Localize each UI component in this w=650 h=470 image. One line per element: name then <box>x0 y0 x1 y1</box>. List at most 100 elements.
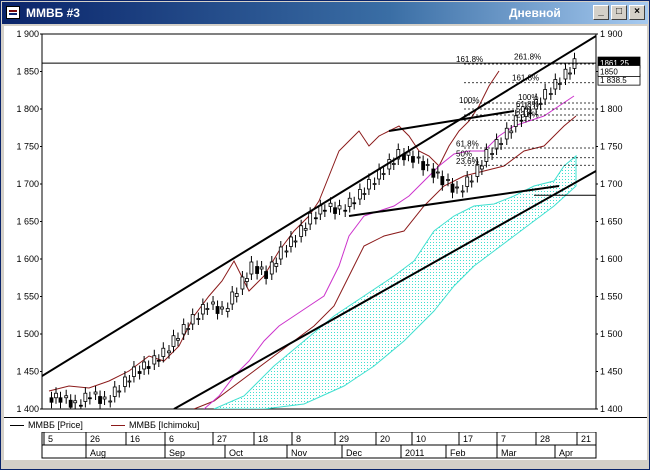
candle-body <box>446 179 450 181</box>
close-button[interactable]: × <box>629 5 645 20</box>
day-label: 18 <box>258 434 268 444</box>
candle-body <box>347 197 352 207</box>
candle-body <box>391 163 396 165</box>
chart-area[interactable]: 1 9001 9001 8501 8501 8001 8001 7501 750… <box>4 26 647 417</box>
candle-body <box>68 399 73 408</box>
y-tick-label-right: 1 500 <box>600 329 623 339</box>
candle-body <box>98 396 102 404</box>
candle-body <box>568 72 572 75</box>
candle-body <box>362 193 367 195</box>
y-tick-label-left: 1 450 <box>16 367 39 377</box>
fibonacci-label: 261.8% <box>514 53 541 62</box>
status-bar <box>4 460 647 469</box>
candle-body <box>308 212 313 225</box>
minimize-button[interactable]: _ <box>593 5 609 20</box>
candle-body <box>196 318 201 320</box>
month-label: Oct <box>229 448 244 458</box>
candle-body <box>259 266 264 270</box>
candle-body <box>49 397 54 403</box>
tenkan-line <box>203 95 575 409</box>
candle-body <box>504 127 509 140</box>
y-tick-label-right: 1 550 <box>600 292 623 302</box>
day-label: 27 <box>217 434 227 444</box>
month-label: 2011 <box>405 448 424 458</box>
candle-body <box>333 207 337 214</box>
candle-body <box>509 130 514 134</box>
time-axis-svg: 5 26 16 6 27 18 8 29 20 10 17 7 28 21 Aug Sep Oct Nov Dec 2… <box>41 431 597 459</box>
candle-body <box>240 276 245 290</box>
candle-body <box>435 171 440 174</box>
title-bar[interactable]: ММВБ #3 Дневной _ □ × <box>2 2 648 24</box>
y-tick-label-left: 1 550 <box>16 292 39 302</box>
legend-item-ichimoku: ММВБ [Ichimoku] <box>111 420 199 430</box>
candle-body <box>322 209 327 212</box>
day-label: 20 <box>380 434 390 444</box>
candle-body <box>484 149 489 162</box>
ichimoku-line-icon <box>111 424 125 426</box>
legend-label-price: ММВБ [Price] <box>28 420 83 430</box>
triangle-upper-line <box>388 110 515 132</box>
day-label: 21 <box>581 434 591 444</box>
candle-body <box>538 103 543 105</box>
price-chart[interactable]: 1 9001 9001 8501 8501 8001 8001 7501 750… <box>4 26 647 417</box>
y-tick-label-right: 1 700 <box>600 179 623 189</box>
y-tick-label-right: 1 650 <box>600 217 623 227</box>
candle-body <box>245 278 249 282</box>
candle-body <box>548 93 553 95</box>
price-box-label: 1 838.5 <box>600 76 627 85</box>
candle-body <box>352 202 357 205</box>
candle-body <box>167 350 171 354</box>
maximize-button[interactable]: □ <box>611 5 627 20</box>
candle-body <box>117 390 122 393</box>
candle-body <box>278 246 283 260</box>
candle-body <box>455 186 459 189</box>
candle-body <box>289 236 293 247</box>
y-tick-label-left: 1 600 <box>16 254 39 264</box>
candle-body <box>469 180 474 183</box>
candle-body <box>137 371 142 374</box>
candle-body <box>543 89 548 100</box>
candle-body <box>132 366 136 377</box>
candle-body <box>450 183 455 193</box>
candle-body <box>494 139 499 150</box>
month-label: Mar <box>501 448 517 458</box>
candle-body <box>234 293 239 297</box>
y-tick-label-left: 1 400 <box>16 404 39 414</box>
candle-body <box>54 392 58 399</box>
y-tick-label-right: 1 800 <box>600 104 623 114</box>
time-axis[interactable]: 5 26 16 6 27 18 8 29 20 10 17 7 28 21 Aug Sep Oct Nov Dec 2… <box>4 431 647 460</box>
day-label: 10 <box>416 434 426 444</box>
candle-body <box>328 202 333 207</box>
y-tick-label-right: 1 400 <box>600 404 623 414</box>
chart-window: ММВБ #3 Дневной _ □ × 1 900 1 900 1 850 1 8… <box>0 0 650 470</box>
candle-body <box>563 68 568 80</box>
candle-body <box>255 266 260 274</box>
y-tick-label-left: 1 500 <box>16 329 39 339</box>
candle-body <box>465 176 470 187</box>
candle-body <box>425 164 430 166</box>
y-tick-label-right: 1 450 <box>600 367 623 377</box>
interval-label: Дневной <box>509 6 561 20</box>
candle-body <box>303 228 308 231</box>
candle-body <box>108 400 113 403</box>
ichimoku-cloud <box>213 154 577 409</box>
day-label: 17 <box>463 434 473 444</box>
day-label: 7 <box>501 434 506 444</box>
fibonacci-label: 23.6% <box>516 110 539 119</box>
candle-body <box>215 306 220 314</box>
candle-body <box>205 308 210 310</box>
day-label: 16 <box>130 434 140 444</box>
day-label: 28 <box>540 434 550 444</box>
legend-item-price: ММВБ [Price] <box>10 420 83 430</box>
candle-body <box>440 176 445 186</box>
fibonacci-label: 100% <box>459 96 479 105</box>
candle-body <box>479 165 484 170</box>
candle-body <box>186 328 191 330</box>
y-tick-label-right: 1 750 <box>600 142 623 152</box>
candle-body <box>181 324 186 335</box>
candle-body <box>73 400 78 404</box>
candle-body <box>87 397 92 400</box>
candle-body <box>416 156 421 159</box>
month-label: Nov <box>291 448 308 458</box>
price-box-label: 1850 <box>600 68 618 77</box>
